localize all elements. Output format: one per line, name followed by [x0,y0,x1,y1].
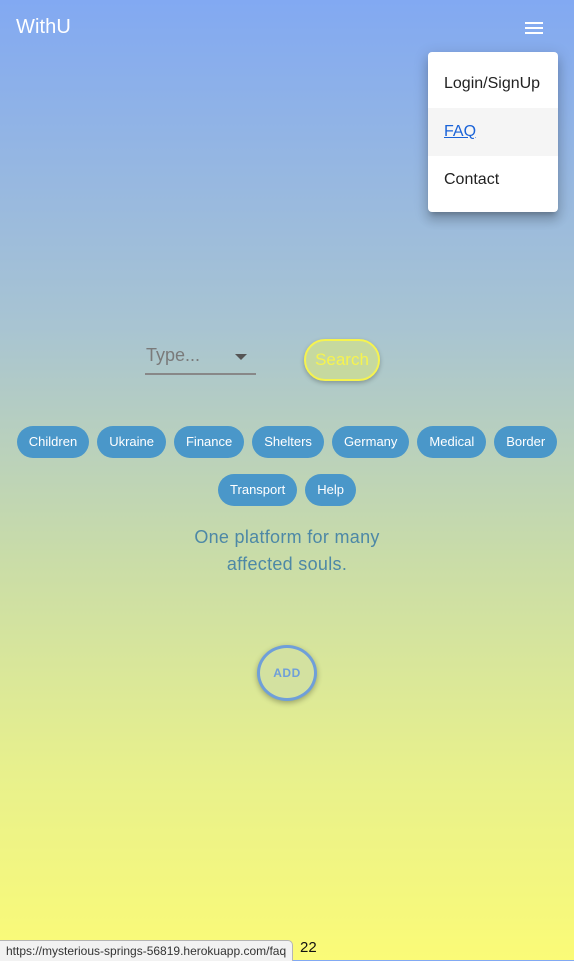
tag-chip-list: Children Ukraine Finance Shelters German… [0,426,574,506]
footer-text: 22 [300,939,317,956]
hamburger-menu-icon[interactable] [516,12,552,44]
menu-bar-line [525,22,543,24]
chip-medical[interactable]: Medical [417,426,487,458]
chip-shelters[interactable]: Shelters [252,426,324,458]
tagline-line-2: affected souls. [226,554,348,574]
app-brand[interactable]: WithU [16,16,71,39]
menu-bar-line [525,32,543,34]
chip-help[interactable]: Help [305,474,356,506]
browser-status-url: https://mysterious-springs-56819.herokua… [0,940,294,961]
menu-item-login-signup[interactable]: Login/SignUp [428,60,558,108]
chip-transport[interactable]: Transport [218,474,298,506]
chip-children[interactable]: Children [16,426,90,458]
chip-finance[interactable]: Finance [173,426,245,458]
tagline: One platform for many affected souls. [0,524,574,578]
caret-down-icon [235,354,247,360]
tag-select[interactable]: Type... [145,343,256,375]
menu-bar-line [525,27,543,29]
app-bar: WithU [0,0,574,56]
add-button[interactable]: ADD [257,645,317,701]
menu-item-contact[interactable]: Contact [428,156,558,204]
chip-ukraine[interactable]: Ukraine [97,426,166,458]
menu-item-faq[interactable]: FAQ [428,108,558,156]
nav-dropdown-menu: Login/SignUp FAQ Contact [428,52,558,212]
chip-border[interactable]: Border [494,426,558,458]
search-button[interactable]: Search [304,339,380,381]
select-placeholder: Type... [146,345,201,365]
tagline-line-1: One platform for many [194,527,380,547]
search-row: Type... Search [0,330,574,390]
chip-germany[interactable]: Germany [331,426,410,458]
